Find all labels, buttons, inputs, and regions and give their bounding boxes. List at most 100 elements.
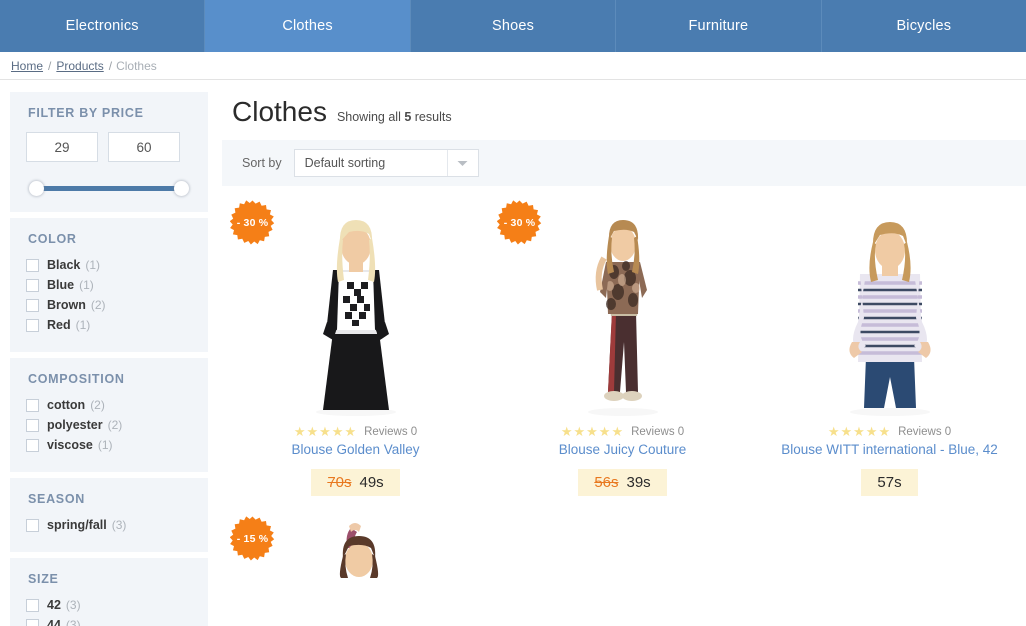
sort-select[interactable]: Default sorting (293, 149, 479, 177)
filter-sidebar: FILTER BY PRICE COLOR Black (1) Blue (10, 92, 208, 626)
listing-header: Clothes Showing all 5 results (222, 80, 1026, 140)
star-rating-icon: ★★★★★ (293, 424, 358, 439)
product-card[interactable]: - 15 % (222, 496, 489, 578)
breadcrumb-separator: / (48, 58, 52, 73)
product-title-link[interactable]: Blouse Golden Valley (222, 442, 489, 457)
nav-item-shoes[interactable]: Shoes (410, 0, 617, 52)
filter-title-composition: COMPOSITION (28, 372, 125, 386)
price-new: 57s (877, 474, 902, 491)
breadcrumb-current: Clothes (116, 58, 157, 73)
product-rating: ★★★★★ Reviews 0 (222, 425, 489, 438)
filter-option-size-42[interactable]: 42 (3) (26, 598, 192, 612)
filter-option-brown[interactable]: Brown (2) (26, 298, 192, 312)
filter-option-cotton[interactable]: cotton (2) (26, 398, 192, 412)
checkbox-icon[interactable] (26, 518, 39, 532)
discount-badge-label: - 30 % (503, 216, 536, 229)
discount-badge: - 30 % (230, 200, 275, 245)
chevron-down-icon[interactable] (446, 150, 478, 176)
product-price: 57s (756, 469, 1023, 496)
filter-option-label: Blue (47, 278, 75, 292)
filter-option-label: 42 (47, 598, 61, 612)
product-card[interactable]: ★★★★★ Reviews 0 Blouse WITT internationa… (756, 192, 1023, 496)
filter-option-count: (1) (75, 318, 91, 332)
filter-option-label: viscose (47, 438, 93, 452)
filter-block-color: COLOR Black (1) Blue (1) Brown (2) Red (… (10, 218, 208, 352)
product-title-link[interactable]: Blouse WITT international - Blue, 42 (756, 442, 1023, 457)
breadcrumb-link-products[interactable]: Products (56, 59, 103, 73)
slider-track (35, 186, 183, 191)
product-title-link[interactable]: Blouse Juicy Couture (489, 442, 756, 457)
filter-option-spring-fall[interactable]: spring/fall (3) (26, 518, 192, 532)
price-max-input[interactable] (108, 132, 180, 162)
sort-bar: Sort by Default sorting (222, 140, 1026, 186)
filter-option-label: cotton (47, 398, 86, 412)
breadcrumb: Home / Products / Clothes (0, 52, 1026, 80)
filter-option-count: (1) (79, 278, 94, 292)
results-suffix: results (411, 110, 452, 124)
discount-badge-label: - 30 % (236, 216, 269, 229)
price-tag: 57s (861, 469, 918, 496)
price-old: 56s (594, 474, 619, 491)
filter-block-size: SIZE 42 (3) 44 (3) 46 (3) 48 (3) (10, 558, 208, 626)
nav-item-electronics[interactable]: Electronics (0, 0, 206, 52)
star-rating-icon: ★★★★★ (827, 424, 892, 439)
checkbox-icon[interactable] (26, 598, 39, 612)
product-grid: - 30 % ★★★★★ Reviews 0 Blouse Golden Val… (222, 186, 1026, 578)
page-title: Clothes (232, 96, 327, 127)
filter-option-viscose[interactable]: viscose (1) (26, 438, 192, 452)
sort-label: Sort by (242, 156, 282, 170)
checkbox-icon[interactable] (26, 418, 39, 432)
filter-option-polyester[interactable]: polyester (2) (26, 418, 192, 432)
filter-block-price: FILTER BY PRICE (10, 92, 208, 212)
filter-title-price: FILTER BY PRICE (28, 106, 144, 120)
sort-selected-value: Default sorting (304, 156, 386, 170)
price-min-input[interactable] (26, 132, 98, 162)
price-tag: 56s 39s (578, 469, 667, 496)
filter-option-label: 44 (47, 618, 61, 626)
review-count: Reviews 0 (364, 425, 418, 438)
filter-option-count: (2) (107, 418, 123, 432)
filter-option-label: Red (47, 318, 71, 332)
nav-item-clothes[interactable]: Clothes (205, 0, 411, 52)
checkbox-icon[interactable] (26, 438, 39, 452)
category-nav: Electronics Clothes Shoes Furniture Bicy… (0, 0, 1026, 52)
discount-badge: - 30 % (497, 200, 542, 245)
filter-option-black[interactable]: Black (1) (26, 258, 192, 272)
filter-option-count: (2) (90, 398, 105, 412)
filter-title-season: SEASON (28, 492, 85, 506)
filter-option-label: Black (47, 258, 81, 272)
product-card[interactable]: - 30 % (489, 192, 756, 496)
product-image[interactable] (756, 202, 1023, 417)
filter-option-label: spring/fall (47, 518, 107, 532)
discount-badge-label: - 15 % (236, 532, 269, 545)
price-range-slider[interactable] (29, 180, 189, 196)
filter-title-size: SIZE (28, 572, 59, 586)
checkbox-icon[interactable] (26, 258, 39, 272)
checkbox-icon[interactable] (26, 318, 39, 332)
nav-item-furniture[interactable]: Furniture (616, 0, 822, 52)
discount-badge: - 15 % (230, 516, 275, 561)
filter-block-season: SEASON spring/fall (3) (10, 478, 208, 552)
checkbox-icon[interactable] (26, 618, 39, 626)
filter-option-count: (3) (111, 518, 127, 532)
filter-option-red[interactable]: Red (1) (26, 318, 192, 332)
filter-option-blue[interactable]: Blue (1) (26, 278, 192, 292)
price-inputs (26, 132, 192, 162)
product-rating: ★★★★★ Reviews 0 (756, 425, 1023, 438)
filter-option-size-44[interactable]: 44 (3) (26, 618, 192, 626)
checkbox-icon[interactable] (26, 398, 39, 412)
checkbox-icon[interactable] (26, 278, 39, 292)
filter-option-label: polyester (47, 418, 103, 432)
filter-option-count: (1) (85, 258, 101, 272)
filter-option-count: (2) (90, 298, 106, 312)
product-rating: ★★★★★ Reviews 0 (489, 425, 756, 438)
price-tag: 70s 49s (311, 469, 400, 496)
nav-item-bicycles[interactable]: Bicycles (821, 0, 1026, 52)
checkbox-icon[interactable] (26, 298, 39, 312)
slider-handle-max[interactable] (174, 181, 189, 196)
filter-option-label: Brown (47, 298, 86, 312)
breadcrumb-link-home[interactable]: Home (11, 59, 43, 73)
price-new: 49s (359, 474, 384, 491)
slider-handle-min[interactable] (29, 181, 44, 196)
product-card[interactable]: - 30 % (222, 192, 489, 496)
